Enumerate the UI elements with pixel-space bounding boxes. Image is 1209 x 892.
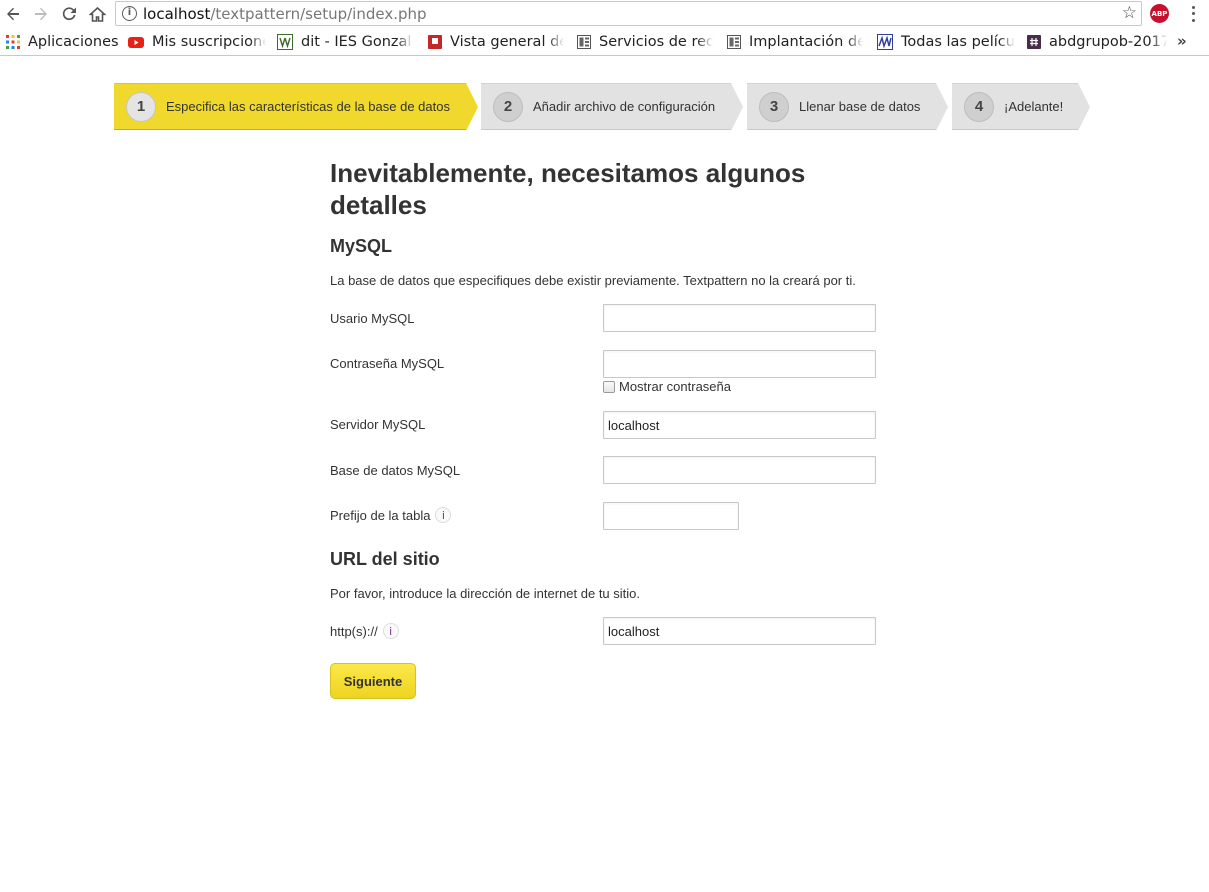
mysql-user-label: Usario MySQL: [330, 311, 415, 326]
adblock-plus-icon[interactable]: ABP: [1150, 4, 1169, 23]
step-label: Especifica las características de la bas…: [166, 99, 450, 114]
red-square-icon: [428, 35, 442, 49]
bookmark-aplicaciones[interactable]: Aplicaciones: [6, 33, 118, 51]
site-url-input[interactable]: [603, 617, 876, 645]
step-1: 1 Especifica las características de la b…: [114, 83, 478, 131]
step-number: 2: [493, 91, 523, 122]
url-host: localhost: [143, 5, 211, 23]
site-url-heading: URL del sitio: [330, 549, 440, 569]
apps-grid-icon: [6, 35, 20, 49]
step-label: Llenar base de datos: [799, 99, 921, 114]
bookmark-label: Implantación de: [749, 34, 863, 50]
bookmark-star-icon[interactable]: ☆: [1122, 4, 1137, 22]
back-arrow-icon[interactable]: [2, 3, 24, 25]
show-password-option[interactable]: Mostrar contraseña: [603, 379, 731, 394]
site-url-help-icon[interactable]: i: [382, 623, 399, 639]
browser-toolbar: i localhost/textpattern/setup/index.php …: [0, 0, 1209, 28]
slack-hash-icon: [1027, 35, 1041, 49]
step-number: 4: [964, 91, 994, 122]
step-number: 1: [126, 91, 156, 122]
site-url-label: http(s)://: [330, 623, 378, 639]
bookmark-implantacion[interactable]: Implantación de: [727, 33, 863, 51]
bookmark-dit-ies-gonzalo[interactable]: dit - IES Gonzalo: [277, 33, 413, 51]
table-prefix-label: Prefijo de la tabla: [330, 507, 431, 523]
bookmark-servicios-de-red[interactable]: Servicios de red: [577, 33, 713, 51]
document-icon: [577, 35, 591, 49]
table-prefix-input[interactable]: [603, 502, 739, 530]
bookmark-label: Todas las películ: [901, 34, 1015, 50]
bookmarks-overflow-button[interactable]: »: [1177, 32, 1187, 50]
site-url-intro: Por favor, introduce la dirección de int…: [330, 586, 641, 601]
bookmark-label: abdgrupob-2017: [1049, 34, 1167, 50]
bookmark-label: Mis suscripcione: [152, 34, 266, 50]
bookmarks-bar: Aplicaciones Mis suscripcione dit - IES …: [0, 28, 1209, 56]
mysql-password-label: Contraseña MySQL: [330, 356, 445, 371]
mysql-database-label: Base de datos MySQL: [330, 463, 461, 478]
movies-icon: [877, 34, 893, 50]
mysql-server-label: Servidor MySQL: [330, 417, 426, 432]
browser-menu-icon[interactable]: [1186, 4, 1200, 24]
next-button[interactable]: Siguiente: [330, 663, 416, 699]
mysql-server-input[interactable]: [603, 411, 876, 439]
youtube-icon: [128, 37, 144, 48]
site-url-label-row: http(s):// i: [330, 623, 399, 639]
bookmark-mis-suscripciones[interactable]: Mis suscripcione: [128, 33, 266, 51]
forward-arrow-icon[interactable]: [30, 3, 52, 25]
mysql-user-input[interactable]: [603, 304, 876, 332]
bookmark-vista-general[interactable]: Vista general de: [428, 33, 564, 51]
bookmark-label: Aplicaciones: [28, 34, 118, 50]
show-password-label[interactable]: Mostrar contraseña: [619, 379, 731, 394]
home-icon[interactable]: [86, 3, 108, 25]
bookmark-abdgrupob[interactable]: abdgrupob-2017: [1027, 33, 1167, 51]
step-4: 4 ¡Adelante!: [952, 83, 1090, 131]
step-3: 3 Llenar base de datos: [747, 83, 948, 131]
address-bar[interactable]: i localhost/textpattern/setup/index.php …: [115, 1, 1142, 26]
show-password-checkbox[interactable]: [603, 380, 615, 393]
step-2: 2 Añadir archivo de configuración: [481, 83, 743, 131]
dit-icon: [277, 34, 293, 50]
bookmark-todas-las-peliculas[interactable]: Todas las películ: [877, 33, 1015, 51]
step-label: ¡Adelante!: [1004, 99, 1064, 114]
bookmark-label: Servicios de red: [599, 34, 713, 50]
mysql-database-input[interactable]: [603, 456, 876, 484]
bookmark-label: Vista general de: [450, 34, 564, 50]
mysql-intro: La base de datos que especifiques debe e…: [330, 273, 856, 288]
table-prefix-label-row: Prefijo de la tabla i: [330, 507, 452, 523]
reload-icon[interactable]: [58, 3, 80, 25]
url-path: /textpattern/setup/index.php: [210, 5, 427, 23]
document-icon: [727, 35, 741, 49]
step-number: 3: [759, 91, 789, 122]
mysql-password-input[interactable]: [603, 350, 876, 378]
step-label: Añadir archivo de configuración: [533, 99, 716, 114]
page-title: Inevitablemente, necesitamos algunos det…: [330, 158, 806, 220]
table-prefix-help-icon[interactable]: i: [435, 507, 452, 523]
mysql-heading: MySQL: [330, 236, 393, 256]
site-info-icon[interactable]: i: [122, 6, 137, 21]
address-url[interactable]: localhost/textpattern/setup/index.php: [143, 5, 427, 23]
